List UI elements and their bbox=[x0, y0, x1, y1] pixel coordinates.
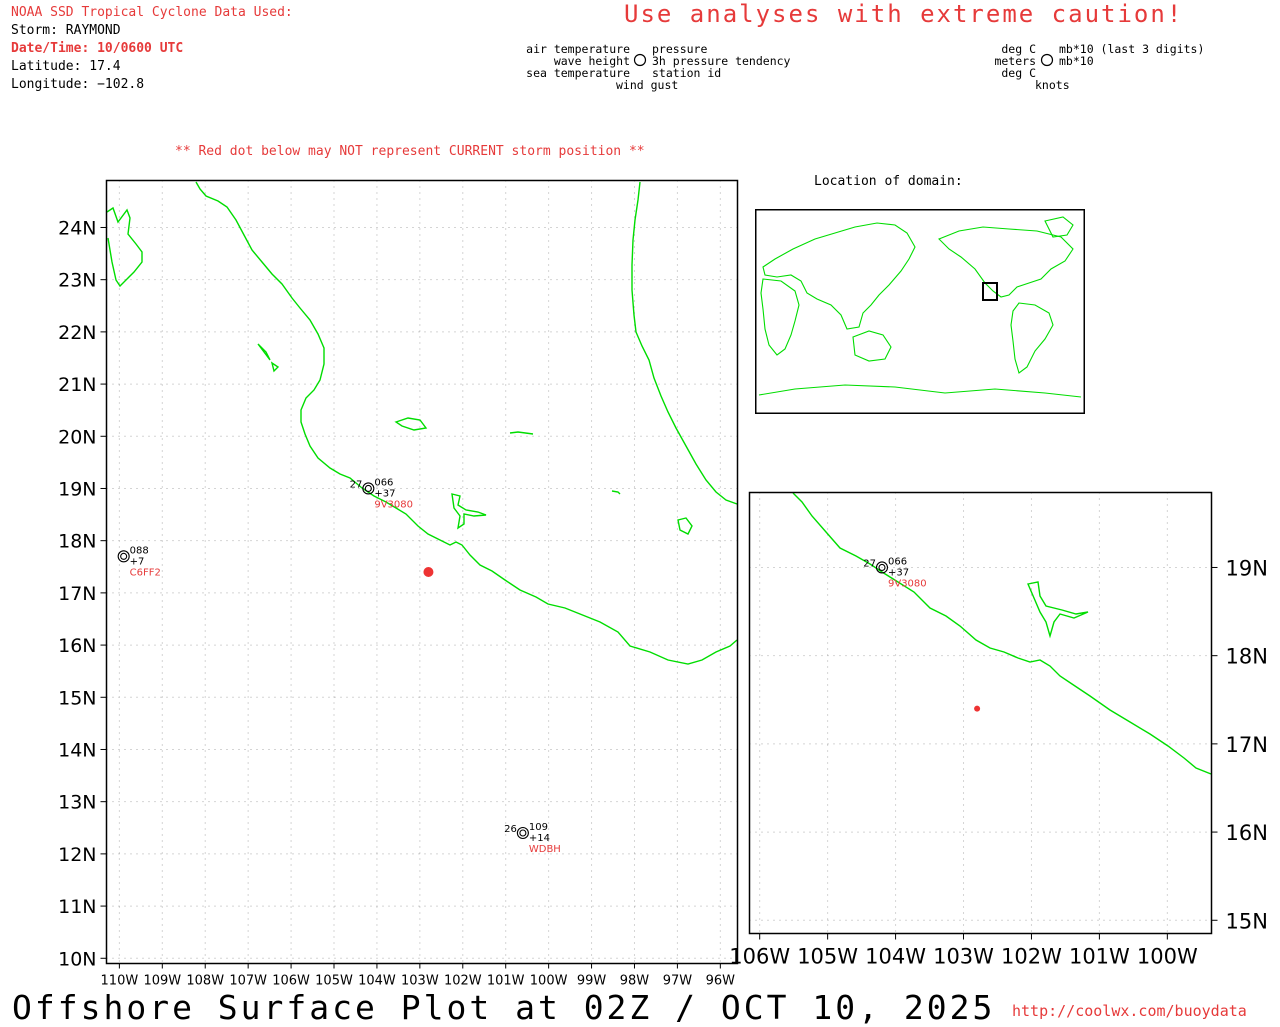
zoom-lon-axis: 106W 105W 104W 103W 102W 101W 100W bbox=[729, 933, 1198, 969]
station-tendency: +37 bbox=[888, 567, 909, 578]
zoom-lat-label: 19N bbox=[1226, 556, 1268, 580]
source-url[interactable]: http://coolwx.com/buoydata bbox=[1012, 1002, 1247, 1020]
zoom-lon-label: 106W bbox=[729, 945, 790, 969]
zoom-lon-label: 103W bbox=[933, 945, 994, 969]
zoom-map-frame bbox=[748, 491, 1213, 935]
zoom-lat-label: 16N bbox=[1226, 821, 1268, 845]
station-pressure: 066 bbox=[888, 556, 907, 567]
plot-title: Offshore Surface Plot at 02Z / OCT 10, 2… bbox=[12, 988, 996, 1027]
zoom-lon-label: 100W bbox=[1137, 945, 1198, 969]
zoom-station: 27 066+379V3080 bbox=[863, 556, 926, 589]
zoom-storm-position-marker bbox=[974, 705, 981, 712]
zoom-map-grid bbox=[749, 492, 1212, 934]
zoom-lon-label: 104W bbox=[865, 945, 926, 969]
zoom-lat-label: 18N bbox=[1226, 645, 1268, 669]
zoom-map-coastline bbox=[792, 492, 1212, 775]
zoom-lon-label: 102W bbox=[1001, 945, 1062, 969]
zoom-map-stations: 27 066+379V3080 bbox=[863, 556, 926, 589]
zoom-lon-label: 101W bbox=[1069, 945, 1130, 969]
zoom-lat-axis: 19N 18N 17N 16N 15N bbox=[1211, 556, 1268, 933]
station-id: 9V3080 bbox=[888, 578, 927, 589]
zoom-lat-label: 15N bbox=[1226, 909, 1268, 933]
zoom-map: 19N 18N 17N 16N 15N 106W 105W 104W 103W 102W 101W… bbox=[729, 491, 1268, 969]
zoom-lon-label: 105W bbox=[797, 945, 858, 969]
zoom-lat-label: 17N bbox=[1226, 733, 1268, 757]
station-air-temp: 27 bbox=[863, 558, 876, 569]
